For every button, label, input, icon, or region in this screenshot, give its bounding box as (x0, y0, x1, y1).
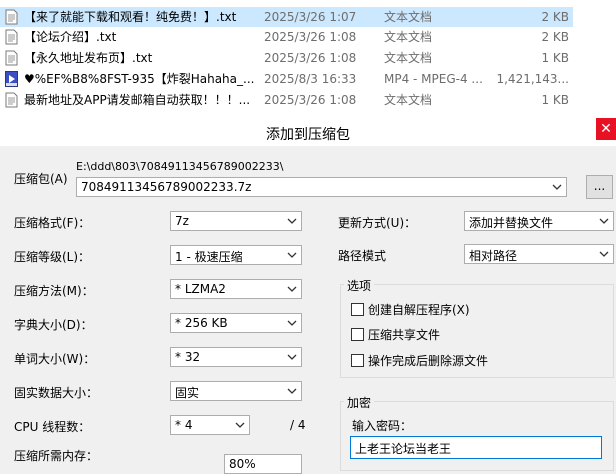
close-icon: ✕ (600, 121, 612, 137)
file-date: 2025/3/26 1:07 (264, 10, 357, 24)
shared-label: 压缩共享文件 (368, 328, 441, 342)
format-label: 压缩格式(F)： (14, 216, 91, 230)
solid-select[interactable]: 固实 (170, 381, 302, 401)
file-name: 【论坛介绍】.txt (24, 30, 117, 44)
video-file-icon (5, 71, 18, 87)
file-type: MP4 - MPEG-4 ... (384, 72, 483, 86)
solid-label: 固实数据大小： (14, 386, 99, 400)
browse-button[interactable]: ... (586, 175, 613, 199)
archive-path: E:\ddd\803\70849113456789002233\ (76, 160, 284, 173)
path-label: 路径模式 (338, 249, 387, 263)
chevron-down-icon (287, 252, 297, 258)
dict-label: 字典大小(D)： (14, 318, 93, 332)
chevron-down-icon (287, 388, 297, 394)
sfx-checkbox[interactable] (351, 303, 364, 316)
file-size: 1 KB (541, 51, 569, 65)
options-label: 选项 (344, 277, 375, 294)
file-name: ♥%EF%B8%8FST-935【炸裂Hahaha_... (24, 72, 254, 86)
level-value: 1 - 极速压缩 (175, 250, 243, 264)
file-date: 2025/3/26 1:08 (264, 93, 357, 107)
level-select[interactable]: 1 - 极速压缩 (170, 245, 302, 265)
file-name: 最新地址及APP请发邮箱自动获取！！！... (24, 93, 251, 107)
word-label: 单词大小(W)： (14, 352, 96, 366)
mem-select[interactable]: 80% (224, 454, 302, 474)
delete-label: 操作完成后删除源文件 (368, 354, 489, 368)
path-select[interactable]: 相对路径 (464, 244, 614, 264)
file-row[interactable]: ♥%EF%B8%8FST-935【炸裂Hahaha_... 2025/8/3 1… (0, 69, 573, 89)
file-date: 2025/3/26 1:08 (264, 51, 357, 65)
chevron-down-icon (287, 354, 297, 360)
chevron-down-icon (287, 286, 297, 292)
archive-name: 70849113456789002233.7z (81, 180, 252, 194)
update-value: 添加并替换文件 (469, 216, 554, 230)
cpu-value: * 4 (175, 418, 193, 432)
format-select[interactable]: 7z (170, 211, 302, 231)
format-value: 7z (175, 214, 189, 228)
cpu-select[interactable]: * 4 (170, 415, 250, 435)
file-row[interactable]: 【论坛介绍】.txt 2025/3/26 1:08 文本文档 2 KB (0, 27, 573, 47)
update-select[interactable]: 添加并替换文件 (464, 211, 614, 231)
update-label: 更新方式(U)： (338, 216, 417, 230)
chevron-down-icon (599, 251, 609, 257)
file-size: 1 KB (541, 93, 569, 107)
method-value: * LZMA2 (175, 282, 226, 296)
file-size: 1,421,143... (496, 72, 569, 86)
level-label: 压缩等级(L)： (14, 250, 91, 264)
shared-checkbox[interactable] (351, 328, 364, 341)
file-list-scrollbar[interactable] (573, 0, 616, 118)
text-file-icon (5, 9, 18, 25)
chevron-down-icon (599, 218, 609, 224)
file-date: 2025/8/3 16:33 (264, 72, 357, 86)
file-type: 文本文档 (384, 10, 433, 24)
password-label: 输入密码： (352, 419, 413, 433)
title-bar: 添加到压缩包 ✕ (0, 118, 616, 146)
word-value: * 32 (175, 350, 201, 364)
password-input[interactable]: 上老王论坛当老王 (350, 436, 602, 459)
file-type: 文本文档 (384, 30, 433, 44)
mem-value: 80% (229, 457, 256, 471)
password-value: 上老王论坛当老王 (355, 442, 452, 456)
file-row[interactable]: 最新地址及APP请发邮箱自动获取！！！... 2025/3/26 1:08 文本… (0, 90, 573, 110)
text-file-icon (5, 92, 18, 108)
method-label: 压缩方法(M)： (14, 284, 94, 298)
archive-name-combo[interactable]: 70849113456789002233.7z (76, 177, 567, 197)
encryption-label: 加密 (344, 394, 375, 411)
file-row[interactable]: 【永久地址发布页】.txt 2025/3/26 1:08 文本文档 1 KB (0, 48, 573, 68)
chevron-down-icon (235, 422, 245, 428)
cpu-total: / 4 (290, 418, 306, 432)
archive-label: 压缩包(A) (14, 172, 68, 186)
text-file-icon (5, 29, 18, 45)
cpu-label: CPU 线程数： (14, 420, 91, 434)
dialog-title: 添加到压缩包 (266, 127, 350, 143)
file-size: 2 KB (541, 30, 569, 44)
dict-select[interactable]: * 256 KB (170, 313, 302, 333)
mem-label: 压缩所需内存： (14, 449, 99, 463)
add-to-archive-dialog: 添加到压缩包 ✕ 压缩包(A) E:\ddd\803\7084911345678… (0, 118, 616, 474)
file-name: 【来了就能下载和观看！纯免费！】.txt (24, 10, 237, 24)
text-file-icon (5, 50, 18, 66)
method-select[interactable]: * LZMA2 (170, 279, 302, 299)
file-name: 【永久地址发布页】.txt (24, 51, 153, 65)
sfx-label: 创建自解压程序(X) (368, 303, 470, 317)
dict-value: * 256 KB (175, 316, 228, 330)
file-date: 2025/3/26 1:08 (264, 30, 357, 44)
chevron-down-icon (287, 320, 297, 326)
solid-value: 固实 (175, 386, 200, 400)
path-value: 相对路径 (469, 249, 518, 263)
file-type: 文本文档 (384, 51, 433, 65)
chevron-down-icon (552, 184, 562, 190)
close-button[interactable]: ✕ (596, 118, 616, 140)
file-size: 2 KB (541, 10, 569, 24)
chevron-down-icon (287, 218, 297, 224)
file-type: 文本文档 (384, 93, 433, 107)
word-select[interactable]: * 32 (170, 347, 302, 367)
file-list: 【来了就能下载和观看！纯免费！】.txt 2025/3/26 1:07 文本文档… (0, 0, 616, 118)
file-row[interactable]: 【来了就能下载和观看！纯免费！】.txt 2025/3/26 1:07 文本文档… (0, 7, 573, 27)
delete-checkbox[interactable] (351, 354, 364, 367)
